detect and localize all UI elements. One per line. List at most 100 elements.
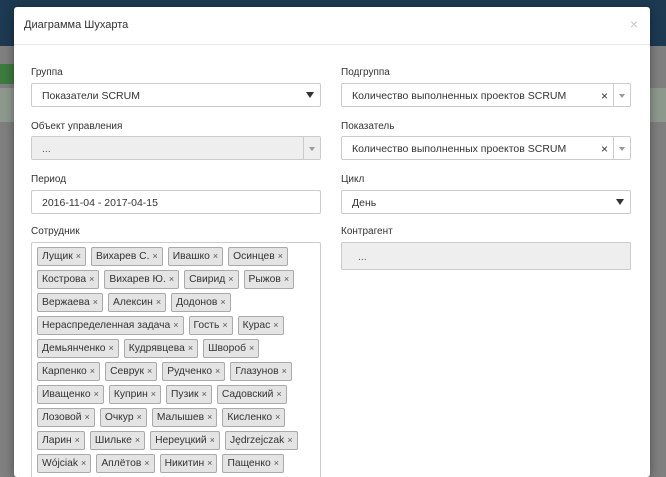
remove-tag-icon[interactable]: × — [156, 297, 161, 307]
employee-tag: Пащенко × — [222, 454, 284, 473]
employee-tag: Вихарев С. × — [91, 247, 163, 266]
employee-tag-label: Свирид — [189, 274, 226, 285]
remove-tag-icon[interactable]: × — [93, 297, 98, 307]
remove-tag-icon[interactable]: × — [287, 435, 292, 445]
employee-tag: Лущик × — [37, 247, 87, 266]
object-select[interactable]: ... — [31, 136, 321, 160]
employee-tag-label: Куприн — [113, 389, 148, 400]
chevron-down-icon — [616, 199, 624, 205]
employee-tag-label: Никитин — [164, 458, 205, 469]
employee-tag-label: Нереуцкий — [155, 435, 207, 446]
dialog-title: Диаграмма Шухарта — [24, 19, 129, 31]
chevron-down-icon — [619, 147, 625, 151]
employee-tag-label: Глазунов — [235, 366, 279, 377]
employee-tag-label: Алексин — [113, 297, 153, 308]
employee-tag-label: Лозовой — [42, 412, 82, 423]
employee-tags: Лущик × Вихарев С. × Ивашко × Осинцев × Кострова… — [37, 247, 317, 477]
remove-tag-icon[interactable]: × — [215, 366, 220, 376]
remove-tag-icon[interactable]: × — [144, 458, 149, 468]
employee-tag: Курас × — [237, 316, 284, 335]
employee-label: Сотрудник — [31, 226, 80, 237]
remove-tag-icon[interactable]: × — [207, 412, 212, 422]
employee-tag-label: Ивашко — [172, 251, 210, 262]
employee-tag: Севрук × — [105, 362, 158, 381]
remove-tag-icon[interactable]: × — [213, 251, 218, 261]
employee-tag-label: Пузик — [171, 389, 199, 400]
employee-tag-label: Пащенко — [227, 458, 271, 469]
select-separator — [613, 84, 614, 106]
employee-tag: Рудченко × — [162, 362, 226, 381]
remove-tag-icon[interactable]: × — [273, 320, 278, 330]
remove-tag-icon[interactable]: × — [220, 297, 225, 307]
remove-tag-icon[interactable]: × — [89, 274, 94, 284]
remove-tag-icon[interactable]: × — [222, 320, 227, 330]
background-green-button — [0, 64, 14, 84]
employee-tag: Куприн × — [108, 385, 162, 404]
counterparty-select[interactable]: ... — [341, 242, 631, 270]
remove-tag-icon[interactable]: × — [85, 412, 90, 422]
remove-tag-icon[interactable]: × — [94, 389, 99, 399]
employee-tag: Wójciak × — [37, 454, 92, 473]
remove-tag-icon[interactable]: × — [90, 366, 95, 376]
remove-tag-icon[interactable]: × — [282, 366, 287, 376]
employee-tag: Карпенко × — [37, 362, 101, 381]
remove-tag-icon[interactable]: × — [207, 458, 212, 468]
close-icon[interactable]: × — [630, 16, 638, 32]
remove-tag-icon[interactable]: × — [75, 435, 80, 445]
remove-tag-icon[interactable]: × — [76, 251, 81, 261]
remove-tag-icon[interactable]: × — [274, 458, 279, 468]
remove-tag-icon[interactable]: × — [81, 458, 86, 468]
clear-icon[interactable]: × — [601, 142, 608, 156]
remove-tag-icon[interactable]: × — [284, 274, 289, 284]
employee-tag: Малышев × — [151, 408, 218, 427]
period-input-value: 2016-11-04 - 2017-04-15 — [42, 197, 158, 209]
remove-tag-icon[interactable]: × — [188, 343, 193, 353]
employee-tag-label: Иващенко — [42, 389, 91, 400]
remove-tag-icon[interactable]: × — [249, 343, 254, 353]
remove-tag-icon[interactable]: × — [210, 435, 215, 445]
remove-tag-icon[interactable]: × — [137, 412, 142, 422]
employee-tag: Кострова × — [37, 270, 100, 289]
subgroup-select[interactable]: Количество выполненных проектов SCRUM × — [341, 83, 631, 107]
employee-tag: Вержаева × — [37, 293, 104, 312]
clear-icon[interactable]: × — [601, 89, 608, 103]
remove-tag-icon[interactable]: × — [152, 251, 157, 261]
select-separator — [303, 137, 304, 159]
employee-tag-label: Додонов — [176, 297, 218, 308]
employee-multiselect[interactable]: Лущик × Вихарев С. × Ивашко × Осинцев × Кострова… — [31, 242, 321, 477]
remove-tag-icon[interactable]: × — [173, 320, 178, 330]
remove-tag-icon[interactable]: × — [276, 389, 281, 399]
counterparty-select-value: ... — [358, 251, 367, 263]
period-label: Период — [31, 174, 67, 185]
employee-tag-label: Нераспределенная задача — [42, 320, 171, 331]
remove-tag-icon[interactable]: × — [151, 389, 156, 399]
chevron-down-icon — [306, 92, 314, 98]
employee-tag: Пузик × — [166, 385, 212, 404]
object-label: Объект управления — [31, 121, 123, 132]
period-input[interactable]: 2016-11-04 - 2017-04-15 — [31, 190, 321, 214]
remove-tag-icon[interactable]: × — [278, 251, 283, 261]
employee-tag: Садовский × — [216, 385, 287, 404]
employee-tag-label: Курас — [242, 320, 271, 331]
remove-tag-icon[interactable]: × — [109, 343, 114, 353]
remove-tag-icon[interactable]: × — [147, 366, 152, 376]
remove-tag-icon[interactable]: × — [169, 274, 174, 284]
employee-tag: Очкур × — [99, 408, 147, 427]
indicator-select[interactable]: Количество выполненных проектов SCRUM × — [341, 136, 631, 160]
remove-tag-icon[interactable]: × — [202, 389, 207, 399]
subgroup-label: Подгруппа — [341, 67, 390, 78]
remove-tag-icon[interactable]: × — [275, 412, 280, 422]
remove-tag-icon[interactable]: × — [135, 435, 140, 445]
cycle-select[interactable]: День — [341, 190, 631, 214]
employee-tag-label: Рыжов — [248, 274, 281, 285]
indicator-label: Показатель — [341, 121, 395, 132]
employee-tag: Никитин × — [159, 454, 218, 473]
group-select[interactable]: Показатели SCRUM — [31, 83, 321, 107]
employee-tag: Шильке × — [89, 431, 146, 450]
employee-tag-label: Швороб — [208, 343, 246, 354]
remove-tag-icon[interactable]: × — [228, 274, 233, 284]
employee-tag: Нераспределенная задача × — [37, 316, 184, 335]
dialog-header: Диаграмма Шухарта × — [14, 7, 650, 45]
employee-tag-label: Осинцев — [233, 251, 275, 262]
employee-tag-label: Кудрявцева — [128, 343, 185, 354]
